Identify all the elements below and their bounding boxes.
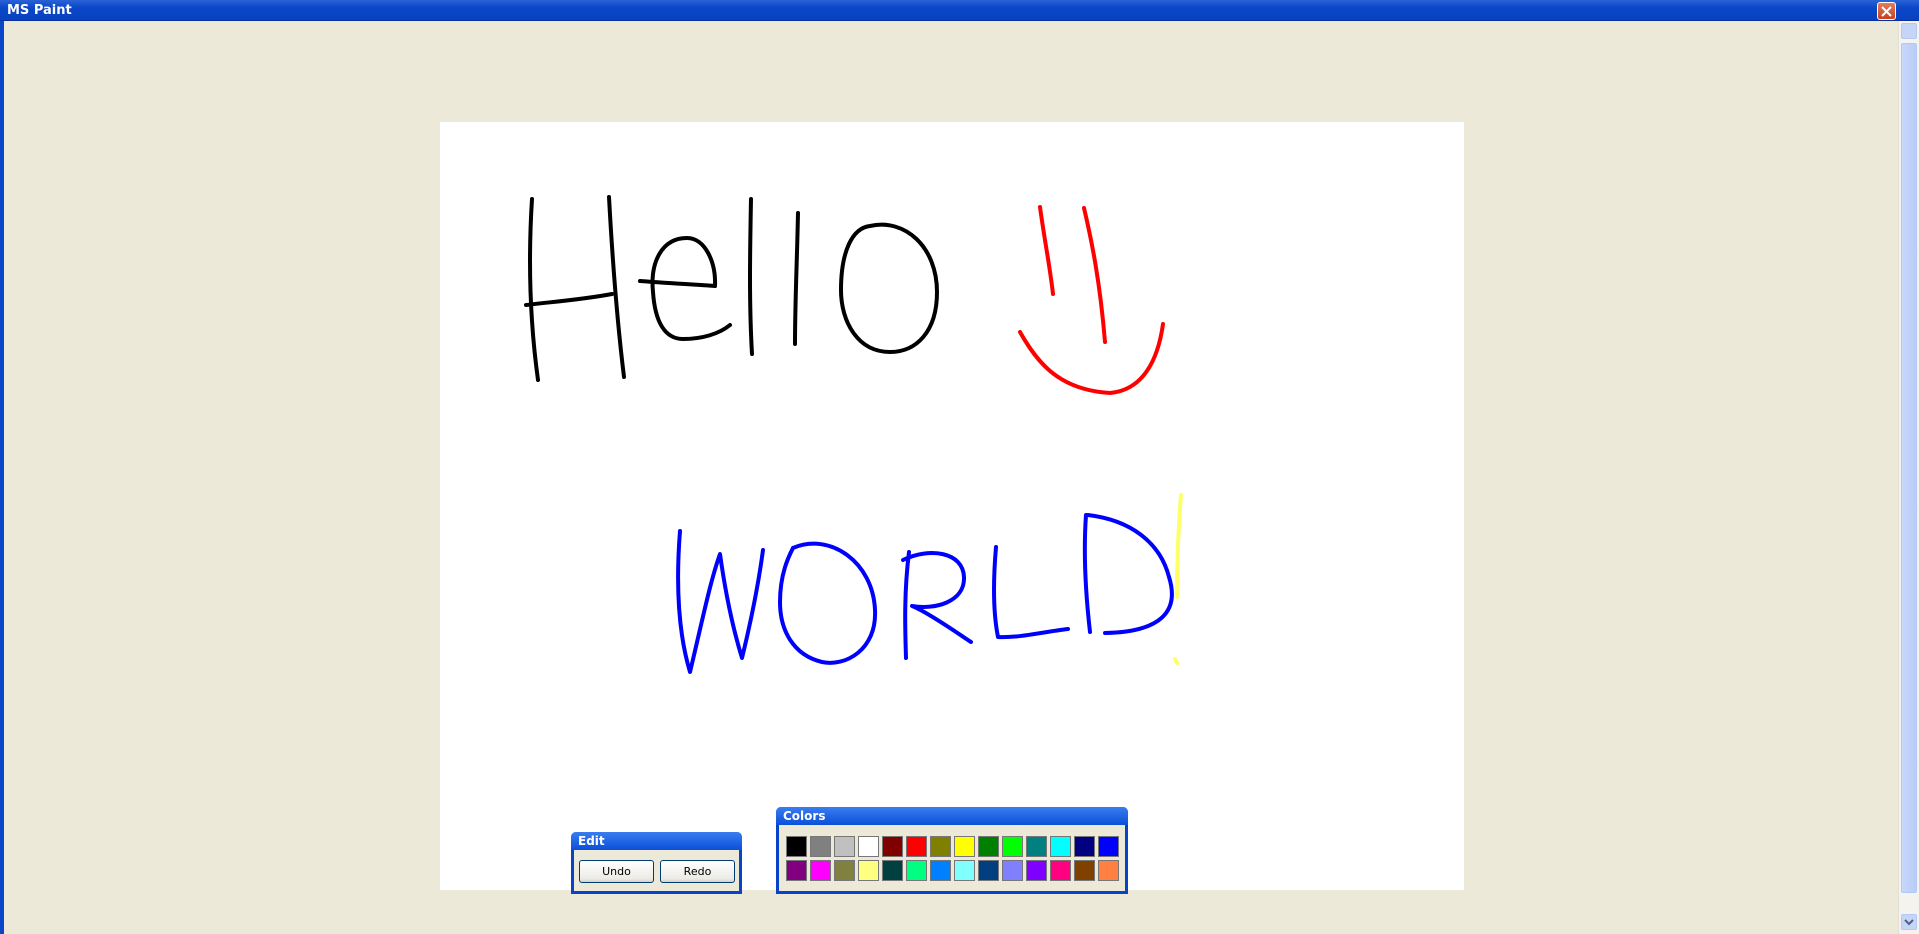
color-swatch[interactable] — [834, 836, 855, 857]
exclamation — [1173, 493, 1183, 665]
letter-h — [524, 195, 626, 382]
drawing-canvas[interactable] — [440, 122, 1464, 890]
color-swatch[interactable] — [1050, 836, 1071, 857]
letter-e — [638, 236, 732, 341]
letter-l2 — [793, 211, 800, 346]
color-swatch[interactable] — [1074, 860, 1095, 881]
color-swatch[interactable] — [978, 860, 999, 881]
colors-panel-title: Colors — [776, 807, 1128, 825]
letter-l1 — [748, 197, 754, 356]
letter-o — [839, 222, 939, 354]
color-swatch[interactable] — [930, 860, 951, 881]
color-swatch[interactable] — [954, 836, 975, 857]
edit-panel-title: Edit — [571, 832, 742, 850]
color-swatch[interactable] — [906, 860, 927, 881]
edit-panel: Edit Undo Redo — [571, 832, 742, 894]
redo-button[interactable]: Redo — [660, 860, 735, 883]
color-swatch[interactable] — [978, 836, 999, 857]
letter-d — [1082, 513, 1174, 635]
color-swatch[interactable] — [810, 836, 831, 857]
world-text — [676, 493, 1183, 674]
scroll-down-button[interactable] — [1901, 914, 1917, 930]
color-swatch[interactable] — [1026, 836, 1047, 857]
color-swatch[interactable] — [954, 860, 975, 881]
close-icon — [1881, 6, 1892, 17]
color-swatch[interactable] — [786, 860, 807, 881]
color-swatch[interactable] — [1026, 860, 1047, 881]
letter-o2 — [778, 541, 878, 665]
color-swatch[interactable] — [1050, 860, 1071, 881]
undo-button[interactable]: Undo — [579, 860, 654, 883]
letter-w — [676, 529, 765, 674]
color-swatch[interactable] — [906, 836, 927, 857]
letter-l3 — [991, 545, 1070, 640]
color-swatch[interactable] — [1098, 836, 1119, 857]
color-swatch[interactable] — [858, 860, 879, 881]
color-swatch[interactable] — [882, 836, 903, 857]
color-swatch[interactable] — [1002, 860, 1023, 881]
color-swatch[interactable] — [882, 860, 903, 881]
color-swatch[interactable] — [858, 836, 879, 857]
title-bar: MS Paint — [0, 0, 1919, 21]
scroll-up-button[interactable] — [1901, 23, 1917, 39]
scroll-thumb[interactable] — [1901, 43, 1917, 893]
color-swatch[interactable] — [1002, 836, 1023, 857]
color-swatch[interactable] — [1098, 860, 1119, 881]
close-button[interactable] — [1877, 2, 1896, 20]
color-swatch[interactable] — [786, 836, 807, 857]
letter-r — [901, 550, 973, 660]
color-swatch[interactable] — [930, 836, 951, 857]
smiley — [1018, 205, 1165, 395]
colors-panel: Colors — [776, 807, 1128, 894]
color-swatch[interactable] — [810, 860, 831, 881]
hello-text — [524, 195, 939, 382]
chevron-down-icon — [1904, 919, 1914, 926]
vertical-scrollbar[interactable] — [1898, 21, 1919, 934]
window-title: MS Paint — [7, 3, 72, 18]
color-swatch[interactable] — [834, 860, 855, 881]
color-swatch[interactable] — [1074, 836, 1095, 857]
